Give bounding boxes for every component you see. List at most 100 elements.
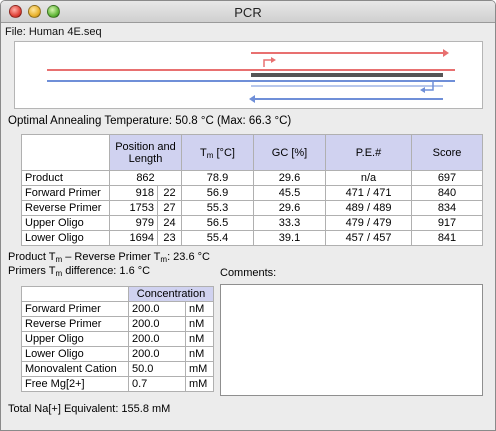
- table-row-upper-oligo[interactable]: Upper Oligo 979 24 56.5 33.3 479 / 479 9…: [21, 215, 483, 231]
- cell-position: 1694: [109, 230, 158, 246]
- cell-unit: mM: [185, 376, 214, 392]
- cell-value[interactable]: 50.0: [128, 361, 186, 377]
- diff-text: – Reverse Primer T: [62, 251, 161, 263]
- diff-text: : 23.6 °C: [167, 251, 210, 263]
- header-position-length[interactable]: Position and Length: [109, 134, 182, 171]
- cell-gc: 39.1: [253, 230, 326, 246]
- primer-map-diagram: [14, 41, 483, 109]
- table-row-product[interactable]: Product 862 78.9 29.6 n/a 697: [21, 170, 483, 186]
- cell-pe: n/a: [325, 170, 412, 186]
- table-row-lower-oligo[interactable]: Lower Oligo 1694 23 55.4 39.1 457 / 457 …: [21, 230, 483, 246]
- primers-tm-difference: Primers Tm difference: 1.6 °C: [8, 265, 151, 278]
- product-tm-difference: Product Tm – Reverse Primer Tm: 23.6 °C: [8, 251, 210, 264]
- cell-gc: 45.5: [253, 185, 326, 201]
- cell-gc: 29.6: [253, 200, 326, 216]
- row-name: Reverse Primer: [21, 200, 110, 216]
- row-name: Product: [21, 170, 110, 186]
- table-row[interactable]: Forward Primer 200.0 nM: [21, 301, 214, 317]
- header-tm-suffix: [°C]: [213, 146, 235, 159]
- total-na-equivalent: Total Na[+] Equivalent: 155.8 mM: [8, 403, 171, 415]
- cell-tm: 55.4: [181, 230, 254, 246]
- cell-score: 841: [411, 230, 483, 246]
- cell-pe: 479 / 479: [325, 215, 412, 231]
- cell-value[interactable]: 0.7: [128, 376, 186, 392]
- diff-text: Primers T: [8, 265, 56, 277]
- cell-position: 979: [109, 215, 158, 231]
- cell-pe: 489 / 489: [325, 200, 412, 216]
- table-row[interactable]: Monovalent Cation 50.0 mM: [21, 361, 214, 377]
- concentration-table: Concentration Forward Primer 200.0 nM Re…: [21, 286, 214, 392]
- cell-position: 1753: [109, 200, 158, 216]
- cell-position: 918: [109, 185, 158, 201]
- diff-sub: m: [55, 269, 63, 278]
- cell-pe: 457 / 457: [325, 230, 412, 246]
- lower-oligo-arrowhead-icon: [420, 87, 425, 93]
- diff-text: Product T: [8, 251, 56, 263]
- pcr-window: PCR File: Human 4E.seq Optimal Annealing…: [0, 0, 496, 431]
- cell-length: 23: [157, 230, 182, 246]
- file-label: File: Human 4E.seq: [5, 26, 102, 38]
- row-name: Upper Oligo: [21, 215, 110, 231]
- header-score[interactable]: Score: [411, 134, 483, 171]
- cell-tm: 55.3: [181, 200, 254, 216]
- row-name: Free Mg[2+]: [21, 376, 129, 392]
- concentration-header-row: Concentration: [21, 286, 214, 302]
- cell-value[interactable]: 200.0: [128, 316, 186, 332]
- cell-tm: 56.5: [181, 215, 254, 231]
- cell-length: 27: [157, 200, 182, 216]
- header-concentration: Concentration: [128, 286, 214, 302]
- cell-tm: 56.9: [181, 185, 254, 201]
- header-tm-sub: m: [206, 150, 214, 160]
- forward-arrowhead-icon: [443, 49, 449, 57]
- annealing-temperature: Optimal Annealing Temperature: 50.8 °C (…: [8, 115, 292, 127]
- table-row[interactable]: Reverse Primer 200.0 nM: [21, 316, 214, 332]
- cell-unit: nM: [185, 346, 214, 362]
- header-gc[interactable]: GC [%]: [253, 134, 326, 171]
- cell-value[interactable]: 200.0: [128, 301, 186, 317]
- row-name: Monovalent Cation: [21, 361, 129, 377]
- cell-score: 917: [411, 215, 483, 231]
- header-corner: [21, 286, 129, 302]
- window-title: PCR: [234, 5, 262, 20]
- row-name: Reverse Primer: [21, 316, 129, 332]
- header-corner: [21, 134, 110, 171]
- comments-label: Comments:: [220, 267, 277, 279]
- table-row[interactable]: Upper Oligo 200.0 nM: [21, 331, 214, 347]
- results-table: Position and Length Tm [°C] GC [%] P.E.#…: [21, 134, 483, 246]
- cell-unit: mM: [185, 361, 214, 377]
- cell-length: 22: [157, 185, 182, 201]
- table-row[interactable]: Lower Oligo 200.0 nM: [21, 346, 214, 362]
- cell-length: 24: [157, 215, 182, 231]
- row-name: Upper Oligo: [21, 331, 129, 347]
- cell-score: 840: [411, 185, 483, 201]
- row-name: Forward Primer: [21, 301, 129, 317]
- table-row-reverse-primer[interactable]: Reverse Primer 1753 27 55.3 29.6 489 / 4…: [21, 200, 483, 216]
- cell-gc: 33.3: [253, 215, 326, 231]
- row-name: Lower Oligo: [21, 346, 129, 362]
- table-row[interactable]: Free Mg[2+] 0.7 mM: [21, 376, 214, 392]
- cell-pe: 471 / 471: [325, 185, 412, 201]
- cell-score: 834: [411, 200, 483, 216]
- diff-sub: m: [160, 255, 168, 264]
- header-pe[interactable]: P.E.#: [325, 134, 412, 171]
- cell-position: 862: [109, 170, 182, 186]
- header-tm[interactable]: Tm [°C]: [181, 134, 254, 171]
- reverse-arrowhead-icon: [249, 95, 255, 103]
- diff-text: difference: 1.6 °C: [62, 265, 151, 277]
- cell-unit: nM: [185, 301, 214, 317]
- row-name: Lower Oligo: [21, 230, 110, 246]
- comments-textarea[interactable]: [220, 284, 483, 396]
- cell-unit: nM: [185, 316, 214, 332]
- upper-oligo-arrowhead-icon: [271, 57, 276, 63]
- cell-value[interactable]: 200.0: [128, 331, 186, 347]
- cell-score: 697: [411, 170, 483, 186]
- table-row-forward-primer[interactable]: Forward Primer 918 22 56.9 45.5 471 / 47…: [21, 185, 483, 201]
- diff-sub: m: [55, 255, 63, 264]
- title-bar: PCR: [1, 1, 495, 23]
- cell-value[interactable]: 200.0: [128, 346, 186, 362]
- cell-tm: 78.9: [181, 170, 254, 186]
- results-header-row: Position and Length Tm [°C] GC [%] P.E.#…: [21, 134, 483, 171]
- header-tm-prefix: T: [200, 146, 207, 159]
- cell-gc: 29.6: [253, 170, 326, 186]
- cell-unit: nM: [185, 331, 214, 347]
